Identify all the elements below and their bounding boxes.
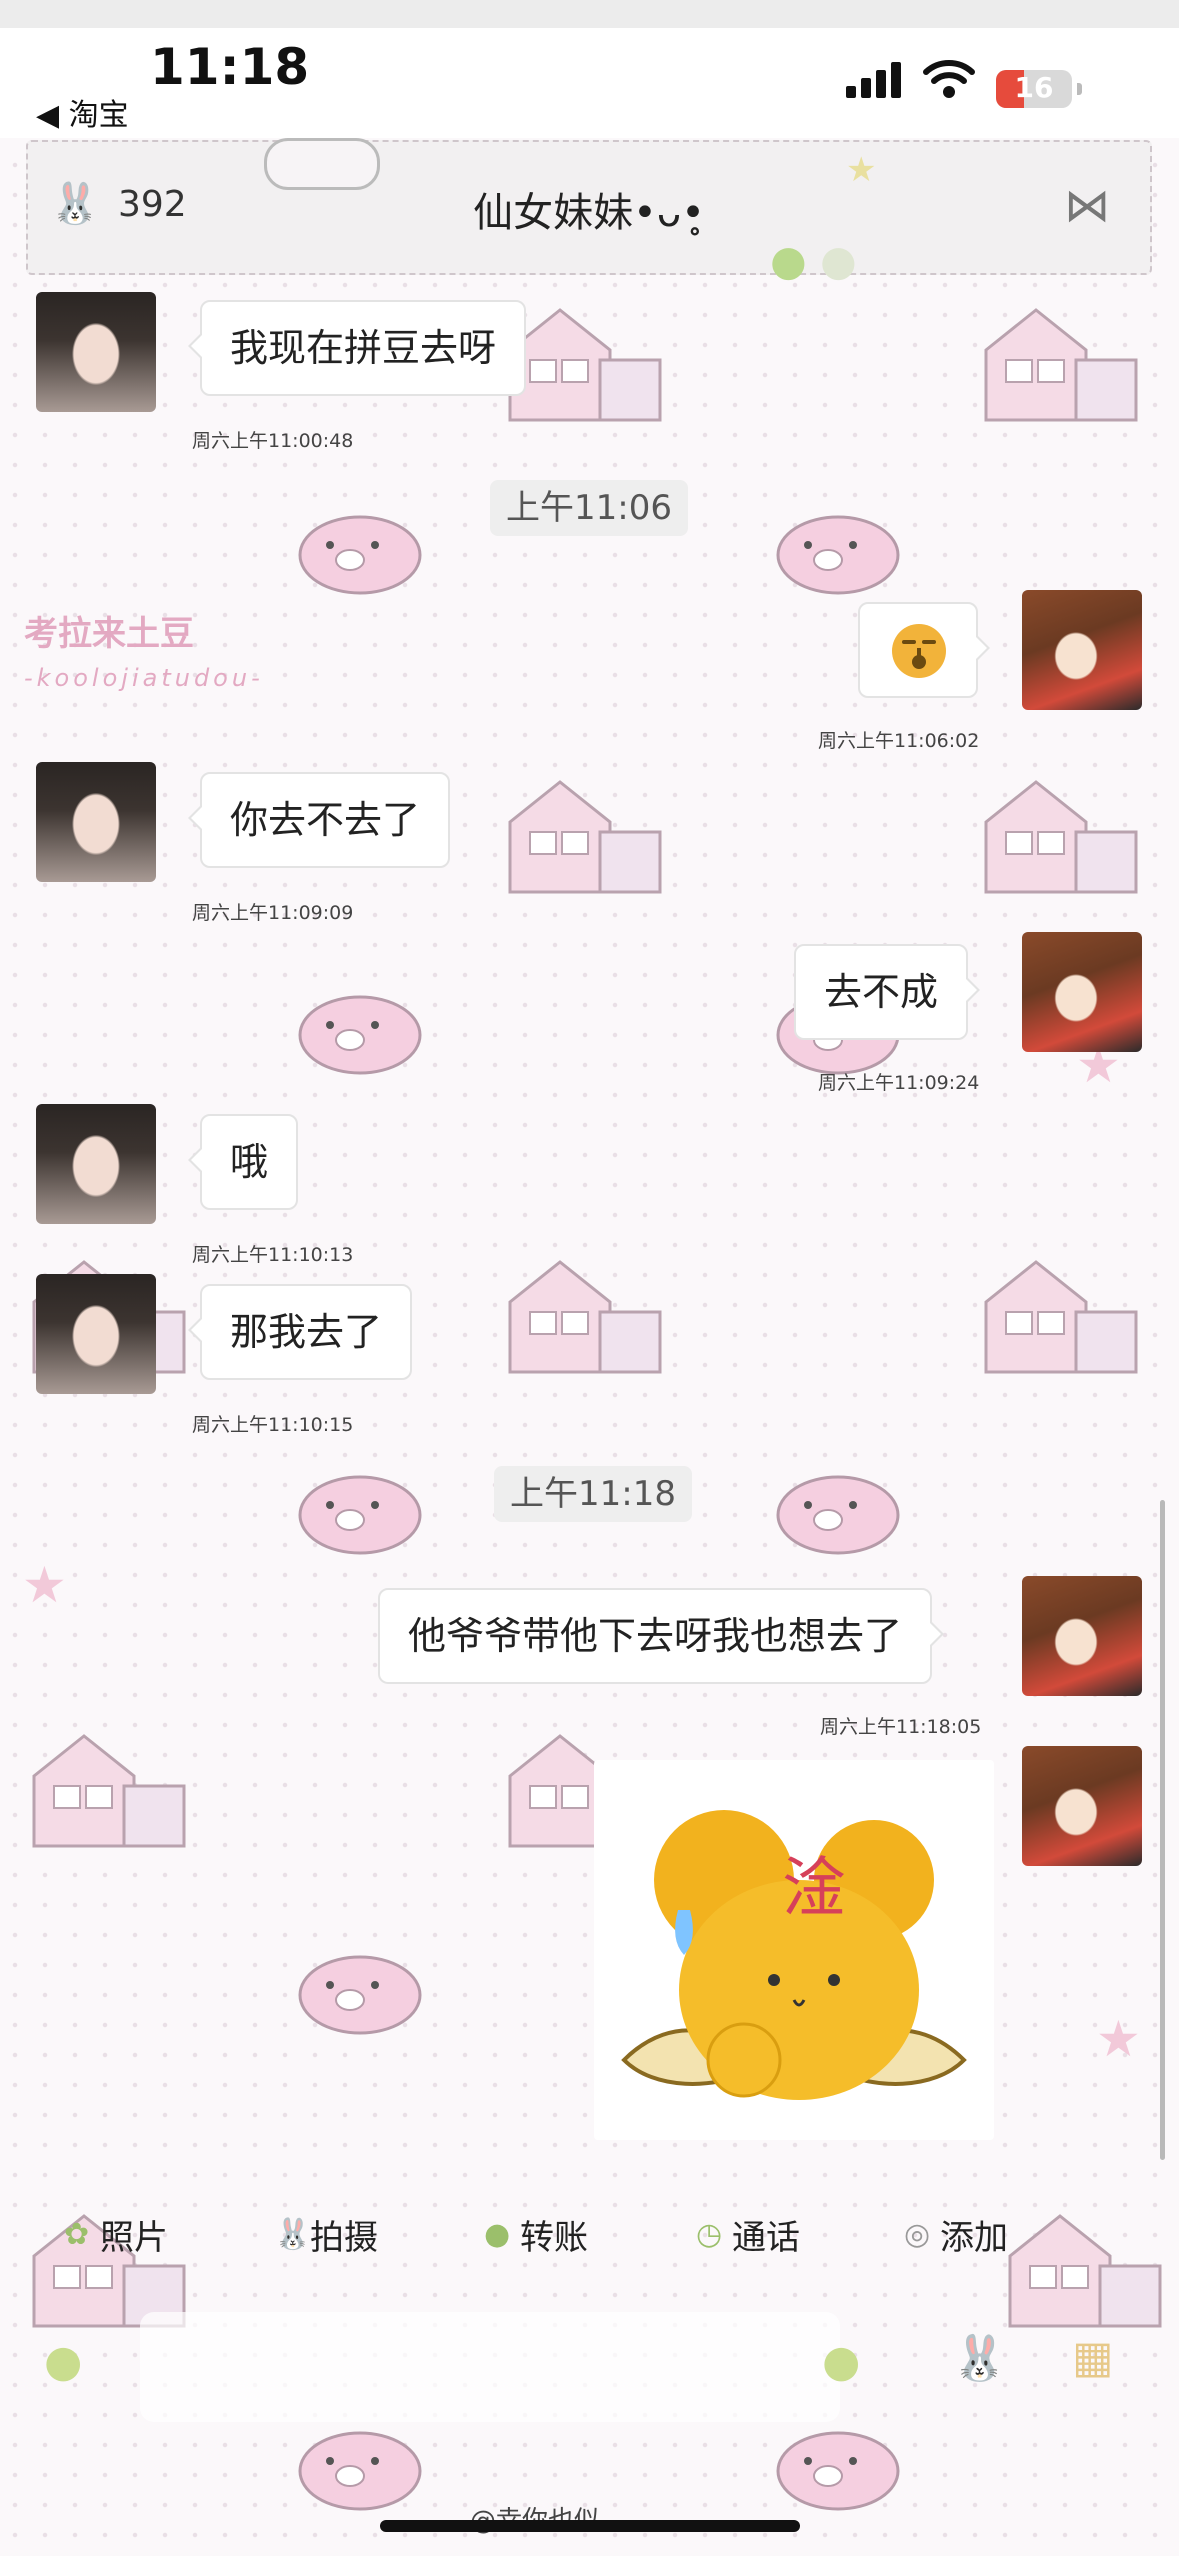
message-bubble[interactable]: 他爷爷带他下去呀我也想去了: [378, 1588, 945, 1684]
camera-label: 拍摄: [310, 2218, 378, 2258]
photo-button[interactable]: ✿ 照片: [64, 2210, 168, 2270]
pig-decoration: [298, 995, 422, 1075]
message-timestamp: 周六上午11:06:02: [818, 730, 980, 752]
home-indicator[interactable]: [380, 2520, 800, 2532]
sticker-text: 淦: [782, 1852, 846, 1926]
star-decoration-icon: ★: [22, 1556, 67, 1614]
apple-transfer-icon: ●: [484, 2217, 511, 2252]
bunny-camera-icon: 🐰: [274, 2217, 312, 2252]
grid-more-icon[interactable]: ▦: [1072, 2332, 1114, 2383]
back-to-app-link[interactable]: ◀ 淘宝: [36, 90, 129, 134]
message-timestamp: 周六上午11:10:13: [192, 1244, 354, 1266]
chat-toolbar: ✿ 照片 🐰拍摄 ● 转账 ◷ 通话 ◎ 添加: [0, 2210, 1179, 2270]
apple-emoji-icon[interactable]: ●: [822, 2336, 860, 2387]
house-decoration: [32, 1734, 186, 1848]
call-button[interactable]: ◷ 通话: [696, 2210, 800, 2270]
cloud-decoration: [264, 138, 380, 190]
back-arrow-icon: ◀: [36, 98, 69, 133]
clock-call-icon: ◷: [696, 2217, 723, 2252]
contact-avatar[interactable]: [36, 762, 156, 882]
status-time: 11:18: [150, 38, 310, 96]
pig-decoration: [298, 515, 422, 595]
add-label: 添加: [940, 2218, 1008, 2258]
bow-menu-icon[interactable]: ⋈: [1064, 178, 1110, 232]
message-bubble[interactable]: 哦: [187, 1114, 299, 1210]
message-timestamp: 周六上午11:10:15: [192, 1414, 354, 1436]
pig-decoration: [776, 515, 900, 595]
house-decoration: [508, 1260, 662, 1374]
transfer-button[interactable]: ● 转账: [484, 2210, 588, 2270]
koala-sticker-image: 淦: [621, 1810, 967, 2100]
koala-sticker-subtext: -koolojiatudou-: [24, 664, 264, 692]
transfer-label: 转账: [520, 2218, 588, 2258]
message-bubble[interactable]: 去不成: [794, 944, 981, 1040]
battery-level: 16: [1014, 71, 1054, 104]
message-timestamp: 周六上午11:00:48: [192, 430, 354, 452]
pig-decoration: [298, 1955, 422, 2035]
cellular-signal-icon: [846, 58, 906, 98]
call-label: 通话: [732, 2218, 800, 2258]
status-bar: 11:18 ◀ 淘宝 16: [0, 28, 1179, 138]
house-decoration: [984, 308, 1138, 422]
input-bar: ● ● 🐰 ▦: [0, 2296, 1179, 2456]
my-avatar[interactable]: [1022, 1576, 1142, 1696]
bunny-sticker-icon[interactable]: 🐰: [952, 2332, 1007, 2384]
photo-icon: ✿: [64, 2217, 90, 2252]
contact-avatar[interactable]: [36, 1104, 156, 1224]
wifi-icon: [923, 60, 975, 98]
koala-sticker-text: 考拉来土豆: [24, 614, 194, 654]
battery-icon: 16: [996, 70, 1082, 108]
star-decoration-icon: ★: [846, 150, 877, 190]
message-bubble[interactable]: 我现在拼豆去呀: [187, 300, 527, 396]
my-avatar[interactable]: [1022, 1746, 1142, 1866]
pig-decoration: [298, 1475, 422, 1555]
add-button[interactable]: ◎ 添加: [904, 2210, 1008, 2270]
message-timestamp: 周六上午11:09:24: [818, 1072, 980, 1094]
apple-decoration-icon: ●: [770, 236, 807, 285]
sticker-message[interactable]: 淦: [594, 1760, 994, 2140]
back-app-label: 淘宝: [68, 98, 129, 133]
house-decoration: [508, 780, 662, 894]
message-bubble[interactable]: 那我去了: [187, 1284, 413, 1380]
contact-avatar[interactable]: [36, 292, 156, 412]
message-input[interactable]: [140, 2312, 840, 2422]
spiral-add-icon: ◎: [904, 2217, 931, 2252]
time-divider: 上午11:06: [490, 480, 688, 536]
contact-avatar[interactable]: [36, 1274, 156, 1394]
chat-header: 🐰 392 仙女妹妹•ᴗ•̥ ⋈: [26, 140, 1152, 275]
my-avatar[interactable]: [1022, 932, 1142, 1052]
apple-voice-icon[interactable]: ●: [44, 2336, 82, 2387]
my-avatar[interactable]: [1022, 590, 1142, 710]
top-band: [0, 0, 1179, 28]
emoji-message-bubble[interactable]: [858, 602, 990, 698]
photo-label: 照片: [100, 2218, 168, 2258]
scrollbar[interactable]: [1160, 1500, 1165, 2160]
message-timestamp: 周六上午11:18:05: [820, 1716, 982, 1738]
star-decoration-icon: ★: [1096, 2010, 1141, 2068]
message-timestamp: 周六上午11:09:09: [192, 902, 354, 924]
time-divider: 上午11:18: [494, 1466, 692, 1522]
apple-decoration-icon: ●: [820, 236, 857, 285]
pig-decoration: [776, 1475, 900, 1555]
chat-title: 仙女妹妹•ᴗ•̥: [473, 190, 705, 236]
message-bubble[interactable]: 你去不去了: [187, 772, 451, 868]
house-decoration: [984, 1260, 1138, 1374]
sleepy-face-icon: [892, 624, 946, 678]
house-decoration: [984, 780, 1138, 894]
camera-button[interactable]: 🐰拍摄: [274, 2210, 378, 2270]
